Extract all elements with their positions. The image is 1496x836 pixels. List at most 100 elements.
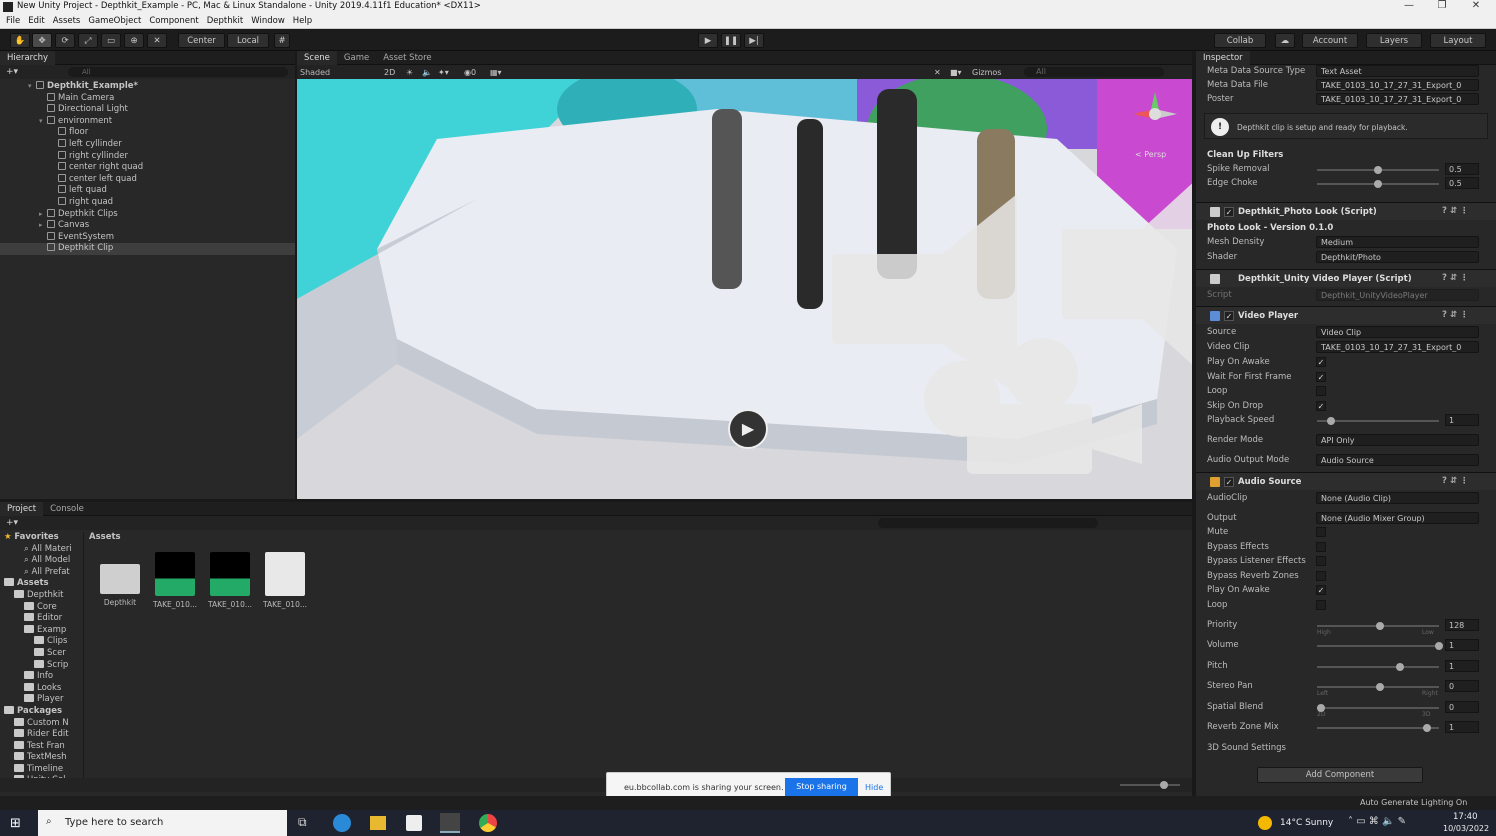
spike-removal-slider[interactable] <box>1317 166 1439 174</box>
tab-scene[interactable]: Scene <box>297 51 337 65</box>
3d-sound-settings-foldout[interactable]: 3D Sound Settings <box>1207 742 1483 756</box>
slider-value-field[interactable]: 1 <box>1445 659 1479 672</box>
hierarchy-item[interactable]: Main Camera <box>0 92 295 105</box>
file-explorer-icon[interactable] <box>370 816 386 830</box>
hierarchy-item[interactable]: ▸ Canvas <box>0 220 295 232</box>
effects-icon[interactable]: ✦▾ <box>438 68 464 77</box>
menu-depthkit[interactable]: Depthkit <box>207 16 244 26</box>
tab-inspector[interactable]: Inspector <box>1196 50 1250 65</box>
asset-item[interactable]: Depthkit <box>95 552 145 607</box>
slider[interactable] <box>1317 662 1439 671</box>
hierarchy-item[interactable]: Directional Light <box>0 104 295 116</box>
2d-toggle[interactable]: 2D <box>384 68 406 77</box>
pause-button[interactable]: ❚❚ <box>721 33 741 48</box>
weather-text[interactable]: 14°C Sunny <box>1280 818 1333 828</box>
video-player-component-header[interactable]: ✓ Video Player? ⇵ ⋮ <box>1196 306 1496 324</box>
tab-project[interactable]: Project <box>0 501 44 516</box>
slider[interactable] <box>1317 703 1439 712</box>
chrome-browser-icon[interactable] <box>479 814 497 832</box>
app-icon[interactable] <box>406 815 422 831</box>
component-menu-icon[interactable]: ? ⇵ ⋮ <box>1442 476 1468 486</box>
checkbox[interactable]: ✓ <box>1316 585 1326 596</box>
expand-arrow-icon[interactable]: ▾ <box>39 116 47 128</box>
pivot-local-button[interactable]: Local <box>227 33 269 48</box>
slider[interactable] <box>1317 724 1439 732</box>
edge-choke-slider[interactable] <box>1317 180 1439 188</box>
move-tool-icon[interactable]: ✥ <box>32 33 52 48</box>
project-tree-item[interactable]: Rider Edit <box>0 729 83 741</box>
output-field[interactable]: None (Audio Mixer Group) <box>1316 512 1479 524</box>
restore-icon[interactable]: ❐ <box>1427 0 1457 11</box>
meta-data-file-field[interactable]: TAKE_0103_10_17_27_31_Export_0 <box>1316 79 1479 91</box>
audio-source-component-header[interactable]: ✓ Audio Source? ⇵ ⋮ <box>1196 472 1496 490</box>
transform-tool-icon[interactable]: ⊕ <box>124 33 144 48</box>
grid-icon[interactable]: ▦▾ <box>490 68 520 77</box>
spike-removal-field[interactable]: 0.5 <box>1445 163 1479 175</box>
hand-tool-icon[interactable]: ✋ <box>10 33 30 48</box>
slider[interactable] <box>1317 683 1439 692</box>
slider-value-field[interactable]: 1 <box>1445 721 1479 733</box>
hierarchy-item[interactable]: left cyllinder <box>0 138 295 151</box>
slider-value-field[interactable]: 0 <box>1445 700 1479 713</box>
audio-output-mode-dropdown[interactable]: Audio Source <box>1316 454 1479 466</box>
tab-game[interactable]: Game <box>337 51 376 65</box>
hierarchy-item[interactable]: floor <box>0 127 295 139</box>
audio-icon[interactable]: 🔈 <box>422 68 438 77</box>
checkbox[interactable] <box>1316 541 1326 552</box>
checkbox[interactable] <box>1316 556 1326 567</box>
icon-size-slider[interactable] <box>1120 781 1180 789</box>
project-tree-item[interactable]: ⌕ All Materi <box>0 544 83 556</box>
checkbox[interactable]: ✓ <box>1316 400 1326 411</box>
project-tree-item[interactable]: Editor <box>0 613 83 625</box>
add-component-button[interactable]: Add Component <box>1257 767 1423 783</box>
task-view-icon[interactable]: ⧉ <box>298 815 307 830</box>
mesh-density-dropdown[interactable]: Medium <box>1316 236 1479 248</box>
project-tree-item[interactable]: Custom N <box>0 717 83 730</box>
asset-breadcrumb[interactable]: Assets <box>89 532 121 542</box>
tab-hierarchy[interactable]: Hierarchy <box>0 50 56 65</box>
collab-dropdown[interactable]: Collab <box>1214 33 1266 48</box>
gizmos-dropdown[interactable]: Gizmos <box>972 68 1024 77</box>
rotate-tool-icon[interactable]: ⟳ <box>55 33 75 48</box>
project-tree-item[interactable]: ⌕ All Model <box>0 555 83 567</box>
project-tree-item[interactable]: Test Fran <box>0 740 83 753</box>
camera-icon[interactable]: ■▾ <box>950 68 972 77</box>
hierarchy-item[interactable]: ▾ environment <box>0 115 295 128</box>
asset-item[interactable]: TAKE_010... <box>205 552 255 609</box>
taskbar-search-input[interactable]: ⌕ Type here to search <box>38 810 287 836</box>
hierarchy-item[interactable]: right quad <box>0 196 295 209</box>
hierarchy-item[interactable]: ▸ Depthkit Clips <box>0 208 295 221</box>
video-player-enabled-checkbox[interactable]: ✓ <box>1224 311 1234 321</box>
checkbox[interactable]: ✓ <box>1316 357 1326 367</box>
project-tree-item[interactable]: Timeline <box>0 763 83 776</box>
hierarchy-item[interactable]: right cyllinder <box>0 150 295 163</box>
checkbox[interactable] <box>1316 570 1326 581</box>
lighting-icon[interactable]: ☀ <box>406 68 422 77</box>
expand-arrow-icon[interactable]: ▾ <box>28 81 36 93</box>
tools-icon[interactable]: ✕ <box>934 68 950 77</box>
audioclip-field[interactable]: None (Audio Clip) <box>1316 492 1479 504</box>
rect-tool-icon[interactable]: ▭ <box>101 33 121 48</box>
project-tree-item[interactable]: Scrip <box>0 659 83 672</box>
checkbox[interactable]: ✓ <box>1316 371 1326 382</box>
hierarchy-item[interactable]: left quad <box>0 185 295 197</box>
video-play-overlay-button[interactable]: ▶ <box>728 409 768 449</box>
checkbox[interactable] <box>1316 386 1326 396</box>
clock-time[interactable]: 17:40 <box>1453 812 1478 822</box>
step-button[interactable]: ▶| <box>744 33 764 48</box>
project-tree-item[interactable]: Assets <box>0 578 83 590</box>
audio-source-enabled-checkbox[interactable]: ✓ <box>1224 477 1234 487</box>
playback-speed-field[interactable]: 1 <box>1445 414 1479 426</box>
component-menu-icon[interactable]: ? ⇵ ⋮ <box>1442 273 1468 283</box>
play-button[interactable]: ▶ <box>698 33 718 48</box>
account-dropdown[interactable]: Account <box>1302 33 1358 48</box>
checkbox[interactable] <box>1316 600 1326 610</box>
minimize-icon[interactable]: — <box>1394 0 1424 11</box>
scale-tool-icon[interactable]: ⤢ <box>78 33 98 48</box>
pivot-center-button[interactable]: Center <box>178 33 225 48</box>
asset-item[interactable]: TAKE_010... <box>150 552 200 609</box>
menu-edit[interactable]: Edit <box>28 16 44 26</box>
scene-search-input[interactable]: All <box>1024 67 1164 77</box>
video-clip-field[interactable]: TAKE_0103_10_17_27_31_Export_0 <box>1316 341 1479 353</box>
slider-value-field[interactable]: 128 <box>1445 619 1479 631</box>
